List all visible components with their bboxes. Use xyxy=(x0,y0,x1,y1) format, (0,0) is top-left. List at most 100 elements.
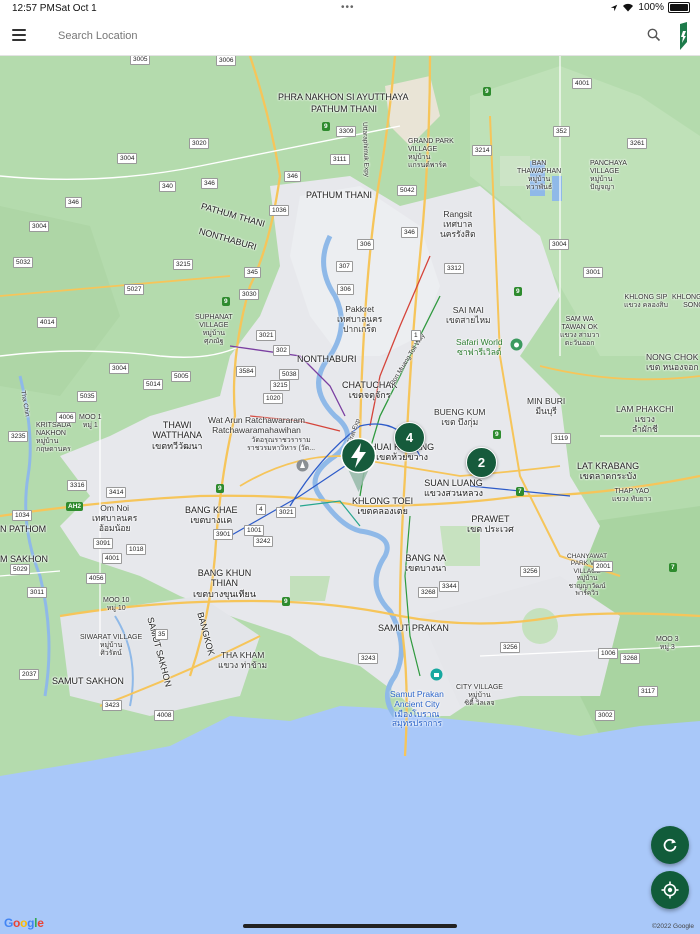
place-label: Wat Arun Ratchawararam Ratchawaramahawih… xyxy=(208,415,305,435)
place-label: KHLONG SIP แขวง คลองสิบ xyxy=(624,294,668,310)
road-shield: 3002 xyxy=(595,710,616,721)
road-shield: 3243 xyxy=(358,653,379,664)
road-shield: 3001 xyxy=(583,267,604,278)
search-icon[interactable] xyxy=(647,28,661,42)
home-indicator[interactable] xyxy=(243,924,457,928)
road-shield: 307 xyxy=(336,261,353,272)
road-shield: 2001 xyxy=(593,561,614,572)
road-shield: 5027 xyxy=(124,284,145,295)
road-shield: 1006 xyxy=(598,648,619,659)
road-shield: 4006 xyxy=(56,412,77,423)
place-label: MIN BURI มีนบุรี xyxy=(527,396,566,416)
app-logo-icon xyxy=(680,22,687,50)
charging-station-marker[interactable] xyxy=(340,437,377,493)
road-shield: 340 xyxy=(159,181,176,192)
safari-park-icon[interactable] xyxy=(510,338,523,351)
road-shield: 4014 xyxy=(37,317,58,328)
road-shield: 3344 xyxy=(439,581,460,592)
road-shield: 4056 xyxy=(86,573,107,584)
road-shield: 3316 xyxy=(67,480,88,491)
road-shield: 2037 xyxy=(19,669,40,680)
place-label: Safari World ซาฟารีเวิลด์ xyxy=(456,337,503,357)
place-label: NONG CHOK เขต หนองจอก xyxy=(646,352,699,372)
place-label: CHANYAWAT PARK VILL VILLAGE หมู่บ้าน ชาญ… xyxy=(567,553,608,598)
road-shield: 3020 xyxy=(189,138,210,149)
station-cluster-marker[interactable]: 2 xyxy=(466,447,497,478)
road-shield: 3214 xyxy=(472,145,493,156)
road-shield: 5035 xyxy=(77,391,98,402)
road-shield: 3901 xyxy=(213,529,234,540)
status-right: 100% xyxy=(610,2,690,13)
place-label: PATHUM THANI xyxy=(306,190,373,200)
road-shield: 3256 xyxy=(500,642,521,653)
station-cluster-marker[interactable]: 4 xyxy=(394,422,425,453)
place-label: BUENG KUM เขต บึงกุ่ม xyxy=(434,407,486,427)
road-shield: 3005 xyxy=(130,56,151,65)
highway-shield: 9 xyxy=(222,297,230,306)
temple-icon[interactable] xyxy=(296,459,309,472)
place-label: PANCHAYA VILLAGE หมู่บ้าน ปัญจญา xyxy=(590,160,627,192)
place-label: Samut Prakan Ancient City เมืองโบราณ สมุ… xyxy=(390,689,444,729)
road-shield: 1 xyxy=(411,330,421,341)
place-label: SIWARAT VILLAGE หมู่บ้าน ศิวรัตน์ xyxy=(80,634,143,658)
place-label: MOO 1 หมู่ 1 xyxy=(79,414,102,430)
tourist-attraction-icon[interactable] xyxy=(430,668,443,681)
refresh-button[interactable] xyxy=(651,826,689,864)
road-shield: 306 xyxy=(357,239,374,250)
search-location-input[interactable] xyxy=(56,29,560,43)
place-label: MOO 10 หมู่ 10 xyxy=(103,597,130,613)
place-label: GRAND PARK VILLAGE หมู่บ้าน แกรนด์พาร์ค xyxy=(408,138,454,170)
place-label: SAMUT PRAKAN xyxy=(378,623,449,633)
road-shield: 5005 xyxy=(171,371,192,382)
place-label: THAWI WATTHANA เขตทวีวัฒนา xyxy=(152,420,203,451)
place-label: SUAN LUANG แขวงสวนหลวง xyxy=(424,478,483,499)
road-shield: 3004 xyxy=(109,363,130,374)
place-label: MOO 3 หมู่ 3 xyxy=(656,636,679,652)
map-view[interactable]: PHRA NAKHON SI AYUTTHAYA PATHUM THANI GR… xyxy=(0,56,700,934)
road-shield: 1020 xyxy=(263,393,284,404)
hamburger-menu-icon[interactable] xyxy=(12,29,26,41)
road-shield: 302 xyxy=(273,345,290,356)
highway-shield: 9 xyxy=(514,287,522,296)
road-shield: 3256 xyxy=(520,566,541,577)
road-shield: 345 xyxy=(244,267,261,278)
place-label: BAN THAWAPHAN หมู่บ้าน ทวาพันธ์ xyxy=(517,160,562,192)
place-label: Rangsit เทศบาล นครรังสิต xyxy=(440,209,476,239)
location-arrow-icon xyxy=(611,4,618,11)
road-shield: 3004 xyxy=(29,221,50,232)
place-label: SUPHANAT VILLAGE หมู่บ้าน ศุภณัฐ xyxy=(195,314,233,346)
road-shield: 1018 xyxy=(126,544,147,555)
road-shield: 5029 xyxy=(10,564,31,575)
road-shield: 346 xyxy=(284,171,301,182)
road-shield: 4001 xyxy=(102,553,123,564)
road-shield: 3309 xyxy=(336,126,357,137)
place-label: KRITSADA NAKHON หมู่บ้าน กฤษดานคร xyxy=(36,422,72,454)
top-app-bar xyxy=(0,18,700,56)
road-shield: 35 xyxy=(155,629,169,640)
road-shield: 306 xyxy=(337,284,354,295)
place-label: PHRA NAKHON SI AYUTTHAYA xyxy=(278,92,409,102)
road-shield: 3030 xyxy=(239,289,260,300)
road-shield: 346 xyxy=(401,227,418,238)
highway-shield: AH2 xyxy=(66,502,84,511)
road-shield: 352 xyxy=(553,126,570,137)
place-label: KHLONG TOEI เขตคลองเตย xyxy=(352,496,414,517)
place-label: M SAKHON xyxy=(0,554,49,564)
road-shield: 3021 xyxy=(256,330,277,341)
multitasking-dots-icon[interactable]: ••• xyxy=(341,2,355,13)
place-label: KHLONG SIP SONG xyxy=(672,294,700,310)
place-label: SAI MAI เขตสายไหม xyxy=(446,305,491,325)
status-date: Sat Oct 1 xyxy=(55,3,97,14)
wifi-icon xyxy=(623,3,634,12)
place-label: วัดอรุณราชวราราม ราชวรมหาวิหาร (วัด... xyxy=(247,437,316,453)
google-logo: Google xyxy=(4,916,44,930)
my-location-button[interactable] xyxy=(651,871,689,909)
road-shield: 1036 xyxy=(269,205,290,216)
road-shield: 5032 xyxy=(13,257,34,268)
road-shield: 3268 xyxy=(620,653,641,664)
map-copyright: ©2022 Google xyxy=(652,923,695,930)
battery-percent: 100% xyxy=(638,2,664,13)
status-bar: 12:57 PM Sat Oct 1 ••• 100% xyxy=(0,0,700,18)
road-shield: 3111 xyxy=(330,154,350,165)
place-label: LAT KRABANG เขตลาดกระบัง xyxy=(577,461,640,482)
